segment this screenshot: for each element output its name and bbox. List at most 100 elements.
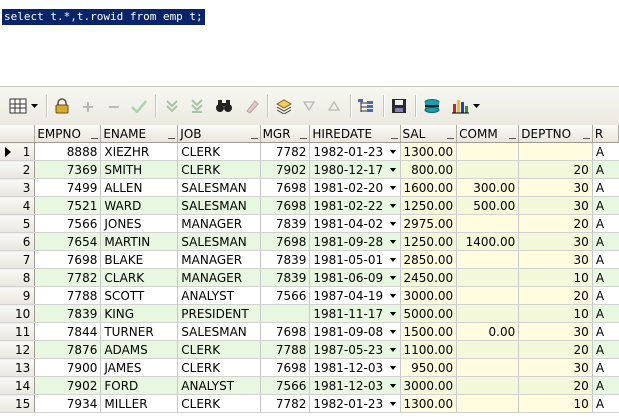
- cell-mgr[interactable]: 7839: [260, 214, 311, 233]
- cell-job[interactable]: ANALYST: [177, 286, 261, 305]
- date-picker-arrow-icon[interactable]: [389, 276, 396, 280]
- column-header-empno[interactable]: EMPNO: [34, 125, 102, 143]
- chart-dropdown-icon[interactable]: [472, 96, 482, 116]
- cell-job[interactable]: MANAGER: [177, 214, 261, 233]
- cell-empno[interactable]: 7900: [34, 358, 102, 377]
- cell-sal[interactable]: 1250.00: [400, 232, 458, 251]
- export-icon[interactable]: [422, 96, 442, 116]
- table-row[interactable]: 7 7698 BLAKE MANAGER 7839 1981-05-01 2850.00 30…: [0, 250, 619, 269]
- column-header-ename[interactable]: ENAME: [100, 125, 179, 143]
- cell-mgr[interactable]: 7698: [260, 322, 311, 341]
- row-number[interactable]: 7: [0, 250, 36, 269]
- cell-deptno[interactable]: 30: [518, 178, 593, 197]
- cell-ename[interactable]: XIEZHR: [100, 142, 179, 161]
- cell-sal[interactable]: 5000.00: [400, 304, 458, 323]
- cell-mgr[interactable]: 7782: [260, 142, 311, 161]
- cell-deptno[interactable]: 30: [518, 322, 593, 341]
- cell-empno[interactable]: 7788: [34, 286, 102, 305]
- cell-deptno[interactable]: 10: [518, 394, 593, 413]
- cell-deptno[interactable]: 20: [518, 376, 593, 395]
- date-picker-arrow-icon[interactable]: [389, 222, 396, 226]
- cell-ename[interactable]: ADAMS: [100, 340, 179, 359]
- cell-hiredate[interactable]: 1987-05-23: [309, 340, 401, 359]
- cell-job[interactable]: ANALYST: [177, 376, 261, 395]
- cell-mgr[interactable]: 7839: [260, 250, 311, 269]
- cell-comm[interactable]: [456, 340, 520, 359]
- grid-view-icon[interactable]: [8, 96, 28, 116]
- cell-comm[interactable]: 1400.00: [456, 232, 520, 251]
- row-number[interactable]: 11: [0, 322, 36, 341]
- cell-rowid[interactable]: A: [592, 304, 619, 323]
- chart-icon[interactable]: [450, 96, 470, 116]
- cell-empno[interactable]: 7839: [34, 304, 102, 323]
- table-row[interactable]: 6 7654 MARTIN SALESMAN 7698 1981-09-28 1250.00…: [0, 232, 619, 251]
- table-row[interactable]: 9 7788 SCOTT ANALYST 7566 1987-04-19 3000.00 20…: [0, 286, 619, 305]
- cell-comm[interactable]: 300.00: [456, 178, 520, 197]
- cell-ename[interactable]: JONES: [100, 214, 179, 233]
- cell-mgr[interactable]: 7566: [260, 376, 311, 395]
- cell-ename[interactable]: BLAKE: [100, 250, 179, 269]
- cell-deptno[interactable]: 20: [518, 340, 593, 359]
- row-number[interactable]: 8: [0, 268, 36, 287]
- cell-sal[interactable]: 1300.00: [400, 394, 458, 413]
- cell-comm[interactable]: [456, 160, 520, 179]
- cell-deptno[interactable]: 30: [518, 358, 593, 377]
- cell-ename[interactable]: WARD: [100, 196, 179, 215]
- cell-comm[interactable]: [456, 376, 520, 395]
- cell-sal[interactable]: 1300.00: [400, 142, 458, 161]
- dropdown-arrow-icon[interactable]: [30, 96, 40, 116]
- cell-ename[interactable]: SCOTT: [100, 286, 179, 305]
- cell-hiredate[interactable]: 1981-09-08: [309, 322, 401, 341]
- column-header-job[interactable]: JOB: [177, 125, 261, 143]
- date-picker-arrow-icon[interactable]: [389, 312, 396, 316]
- date-picker-arrow-icon[interactable]: [389, 168, 396, 172]
- row-number[interactable]: 9: [0, 286, 36, 305]
- date-picker-arrow-icon[interactable]: [389, 402, 396, 406]
- date-picker-arrow-icon[interactable]: [389, 204, 396, 208]
- cell-rowid[interactable]: A: [592, 232, 619, 251]
- tree-view-icon[interactable]: [356, 96, 376, 116]
- cell-job[interactable]: MANAGER: [177, 250, 261, 269]
- cell-rowid[interactable]: A: [592, 142, 619, 161]
- cell-ename[interactable]: MILLER: [100, 394, 179, 413]
- row-number[interactable]: 15: [0, 394, 36, 413]
- cell-mgr[interactable]: 7698: [260, 358, 311, 377]
- column-header-deptno[interactable]: DEPTNO: [518, 125, 593, 143]
- row-number[interactable]: 14: [0, 376, 36, 395]
- cell-empno[interactable]: 7934: [34, 394, 102, 413]
- date-picker-arrow-icon[interactable]: [389, 348, 396, 352]
- cell-comm[interactable]: 500.00: [456, 196, 520, 215]
- cell-empno[interactable]: 7369: [34, 160, 102, 179]
- cell-hiredate[interactable]: 1981-04-02: [309, 214, 401, 233]
- results-grid[interactable]: EMPNO ENAME JOB MGR HIREDATE SAL COMM DE…: [0, 125, 619, 417]
- cell-hiredate[interactable]: 1987-04-19: [309, 286, 401, 305]
- cell-deptno[interactable]: 30: [518, 196, 593, 215]
- cell-deptno[interactable]: 10: [518, 268, 593, 287]
- cell-comm[interactable]: [456, 304, 520, 323]
- cell-deptno[interactable]: 20: [518, 214, 593, 233]
- cell-deptno[interactable]: 30: [518, 232, 593, 251]
- cell-empno[interactable]: 7698: [34, 250, 102, 269]
- cell-comm[interactable]: [456, 394, 520, 413]
- cell-mgr[interactable]: 7839: [260, 268, 311, 287]
- table-row[interactable]: 4 7521 WARD SALESMAN 7698 1981-02-22 1250.00 50…: [0, 196, 619, 215]
- cell-job[interactable]: SALESMAN: [177, 322, 261, 341]
- cell-hiredate[interactable]: 1981-09-28: [309, 232, 401, 251]
- cell-ename[interactable]: FORD: [100, 376, 179, 395]
- table-row[interactable]: 11 7844 TURNER SALESMAN 7698 1981-09-08 1500.0…: [0, 322, 619, 341]
- cell-comm[interactable]: [456, 286, 520, 305]
- cell-deptno[interactable]: [518, 142, 593, 161]
- column-header-hiredate[interactable]: HIREDATE: [309, 125, 401, 143]
- cell-hiredate[interactable]: 1980-12-17: [309, 160, 401, 179]
- row-number[interactable]: 3: [0, 178, 36, 197]
- cell-hiredate[interactable]: 1981-12-03: [309, 358, 401, 377]
- cell-rowid[interactable]: A: [592, 394, 619, 413]
- row-number[interactable]: 6: [0, 232, 36, 251]
- corner-header[interactable]: [0, 125, 36, 143]
- cell-comm[interactable]: [456, 142, 520, 161]
- cell-sal[interactable]: 2975.00: [400, 214, 458, 233]
- fetch-last-icon[interactable]: [188, 96, 206, 116]
- column-header-sal[interactable]: SAL: [400, 125, 458, 143]
- table-row[interactable]: 10 7839 KING PRESIDENT 1981-11-17 5000.00 10 A: [0, 304, 619, 323]
- cell-hiredate[interactable]: 1982-01-23: [309, 142, 401, 161]
